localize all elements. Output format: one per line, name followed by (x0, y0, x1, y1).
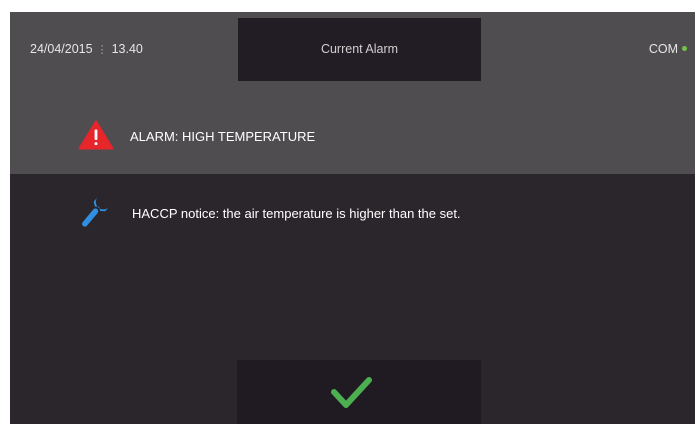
header-bar: 24/04/2015 ⋮ 13.40 Current Alarm COM ALARM… (10, 12, 695, 174)
alarm-message: ALARM: HIGH TEMPERATURE (130, 129, 316, 144)
check-icon (331, 377, 372, 408)
date-text: 24/04/2015 (30, 42, 93, 56)
screen-title: Current Alarm (320, 42, 399, 56)
datetime: 24/04/2015 ⋮ 13.40 (30, 42, 143, 57)
wrench-icon (82, 195, 110, 227)
screen-title-tab: Current Alarm (238, 18, 481, 81)
com-status: COM (649, 42, 687, 56)
confirm-button[interactable] (237, 360, 481, 424)
time-text: 13.40 (111, 42, 143, 56)
datetime-separator: ⋮ (96, 44, 108, 56)
warning-triangle-icon (78, 120, 114, 150)
com-status-dot (682, 46, 687, 51)
alarm-screen: 24/04/2015 ⋮ 13.40 Current Alarm COM ALARM… (10, 12, 695, 424)
com-label: COM (648, 42, 678, 56)
notice-message: HACCP notice: the air temperature is hig… (132, 206, 461, 221)
